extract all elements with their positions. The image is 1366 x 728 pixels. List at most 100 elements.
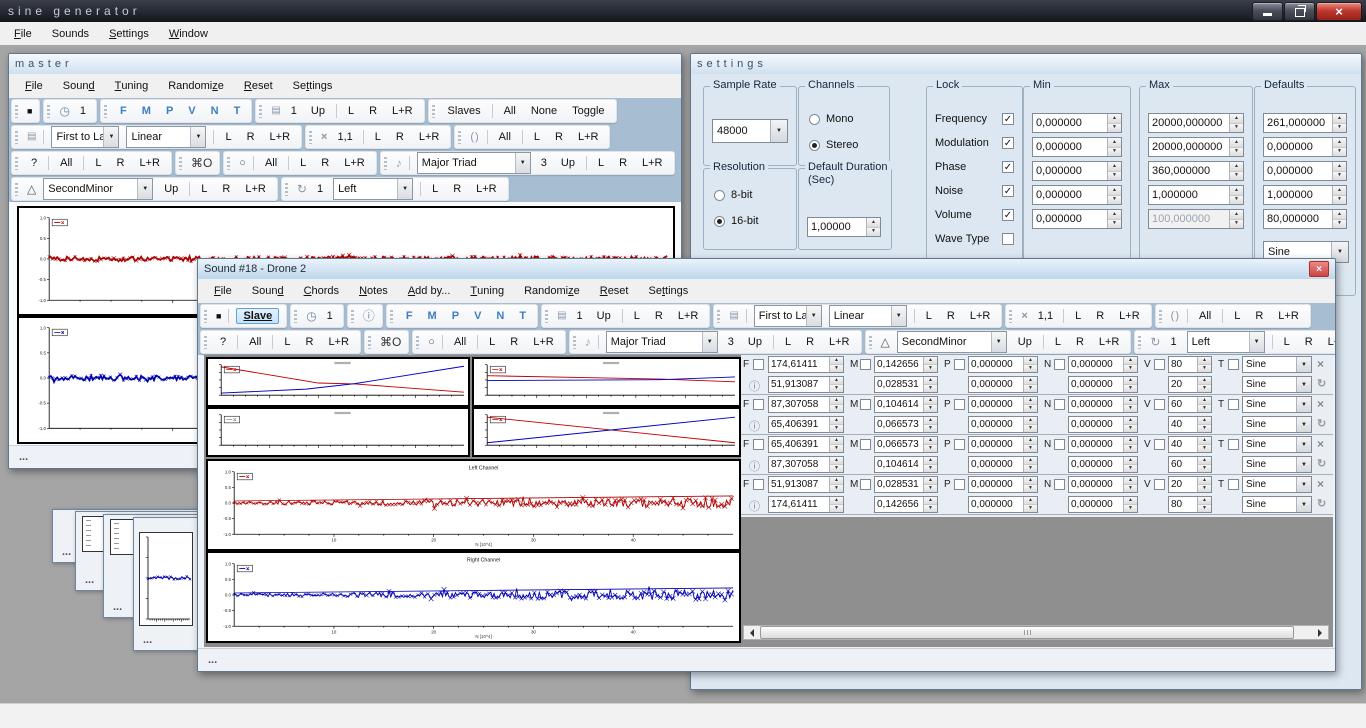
toolbar-btn-m[interactable]: M [424,309,441,323]
toolbar-btn-l[interactable]: L [530,130,544,144]
spin-up-icon[interactable]: ▲ [924,477,937,485]
sample-rate-select[interactable]: 48000 ▼ [712,119,788,143]
default-field[interactable]: 1,000000▲▼ [1263,185,1347,205]
spin-up-icon[interactable]: ▲ [1124,457,1137,465]
menu-item-file[interactable]: File [15,74,53,98]
spin-down-icon[interactable]: ▼ [924,365,937,372]
param-t-select[interactable]: Sine▼ [1242,476,1312,493]
param-checkbox-t[interactable] [1228,479,1239,490]
toolbar-btn-r[interactable]: R [943,309,959,323]
toolbar-btn-t[interactable]: T [515,309,530,323]
menu-item-randomize[interactable]: Randomize [158,74,234,98]
spin-down-icon[interactable]: ▼ [1108,148,1121,157]
toolbar-btn-up[interactable]: Up [744,335,766,349]
slider-icon[interactable]: ▤ [27,132,36,142]
brackets-icon[interactable]: () [470,132,479,143]
close-button[interactable]: × [1316,2,1362,21]
toolbar-btn-l[interactable]: L [1051,335,1065,349]
toolbar-btn-toggle[interactable]: Toggle [568,104,608,118]
min-field[interactable]: 0,000000▲▼ [1032,185,1122,205]
spin-up-icon[interactable]: ▲ [1198,357,1211,365]
menu-item-notes[interactable]: Notes [349,279,398,303]
param-checkbox-n[interactable] [1054,359,1065,370]
param-checkbox-v[interactable] [1154,479,1165,490]
param-v-field[interactable]: 80▲▼ [1168,356,1212,373]
param-t-select[interactable]: Sine▼ [1242,376,1312,393]
grip-handle[interactable] [458,131,461,144]
param-checkbox-n[interactable] [1054,399,1065,410]
spin-down-icon[interactable]: ▼ [1024,365,1037,372]
toolbar-btn-l-r[interactable]: L+R [638,156,667,170]
toolbar-btn-l[interactable]: L [1230,309,1244,323]
spin-up-icon[interactable]: ▲ [1198,437,1211,445]
param-p-field[interactable]: 0,000000▲▼ [968,496,1038,513]
triangle-icon[interactable]: △ [881,336,890,348]
param-t-select[interactable]: Sine▼ [1242,436,1312,453]
spin-down-icon[interactable]: ▼ [1024,405,1037,412]
toolbar-btn-l-r[interactable]: L+R [529,335,558,349]
toolbar-btn-r[interactable]: R [243,130,259,144]
spin-down-icon[interactable]: ▼ [1198,485,1211,492]
min-field[interactable]: 0,000000▲▼ [1032,209,1122,229]
spin-down-icon[interactable]: ▼ [1198,405,1211,412]
toolbar-btn-l-r[interactable]: L+R [1095,335,1124,349]
spin-up-icon[interactable]: ▲ [1198,397,1211,405]
default-field[interactable]: 0,000000▲▼ [1263,161,1347,181]
spin-up-icon[interactable]: ▲ [924,497,937,505]
spin-down-icon[interactable]: ▼ [1024,465,1037,472]
toolbar-btn-l[interactable]: L [371,130,385,144]
toolbar-btn-none[interactable]: None [527,104,561,118]
grip-handle[interactable] [15,157,18,170]
toolbar-btn-n[interactable]: N [492,309,508,323]
toolbar-btn-t[interactable]: T [230,104,245,118]
toolbar-btn-r[interactable]: R [1301,335,1317,349]
toolbar-btn-r[interactable]: R [392,130,408,144]
param-t-select[interactable]: Sine▼ [1242,496,1312,513]
toolbar-btn-l[interactable]: L [922,309,936,323]
spin-down-icon[interactable]: ▼ [1198,445,1211,452]
randomize-oscillator-button[interactable]: ↻ [1317,377,1326,390]
toolbar-btn-l-r[interactable]: L+R [340,156,369,170]
spin-down-icon[interactable]: ▼ [830,425,843,432]
toolbar-btn-l-r[interactable]: L+R [472,182,501,196]
command-icon[interactable]: ⌘O [380,336,401,348]
toolbar-btn-l[interactable]: L [594,156,608,170]
master-titlebar[interactable]: master [9,54,681,75]
menu-item-window[interactable]: Window [159,22,218,45]
horizontal-scrollbar[interactable] [743,625,1329,640]
toolbar-btn-slaves[interactable]: Slaves [444,104,485,118]
stop-icon[interactable]: ■ [27,107,32,116]
toolbar-btn-l-r[interactable]: L+R [415,130,444,144]
radio-8-bit[interactable]: 8-bit [714,189,752,201]
settings-titlebar[interactable]: settings [691,54,1361,75]
toolbar-select-secondminor[interactable]: SecondMinor▼ [897,331,1007,353]
spin-down-icon[interactable]: ▼ [1333,220,1346,229]
max-field[interactable]: 20000,000000▲▼ [1148,113,1244,133]
menu-item-tuning[interactable]: Tuning [105,74,159,98]
param-f-field[interactable]: 65,406391▲▼ [768,436,844,453]
spin-down-icon[interactable]: ▼ [1198,365,1211,372]
chevron-down-icon[interactable]: ▼ [770,120,787,142]
spin-down-icon[interactable]: ▼ [1024,385,1037,392]
toolbar-btn-l[interactable]: L [91,156,105,170]
spin-up-icon[interactable]: ▲ [830,417,843,425]
toolbar-btn-l[interactable]: L [221,130,235,144]
menu-item-file[interactable]: File [4,22,42,45]
spin-up-icon[interactable]: ▲ [830,397,843,405]
grip-handle[interactable] [15,131,18,144]
remove-oscillator-button[interactable]: × [1317,357,1324,371]
toolbar-select-linear[interactable]: Linear▼ [126,126,206,148]
chevron-down-icon[interactable]: ▼ [103,127,118,147]
radio-16-bit[interactable]: 16-bit [714,215,759,227]
toolbar-btn-m[interactable]: M [138,104,155,118]
radio-stereo[interactable]: Stereo [809,139,858,151]
toolbar-btn-r[interactable]: R [218,182,234,196]
grip-handle[interactable] [1159,310,1162,323]
grip-handle[interactable] [1138,336,1141,349]
spin-down-icon[interactable]: ▼ [1198,505,1211,512]
toolbar-btn-r[interactable]: R [615,156,631,170]
spin-up-icon[interactable]: ▲ [867,218,880,228]
toolbar-btn-r[interactable]: R [112,156,128,170]
menu-item-chords[interactable]: Chords [294,279,349,303]
toolbar-btn-l-r[interactable]: L+R [1324,335,1336,349]
